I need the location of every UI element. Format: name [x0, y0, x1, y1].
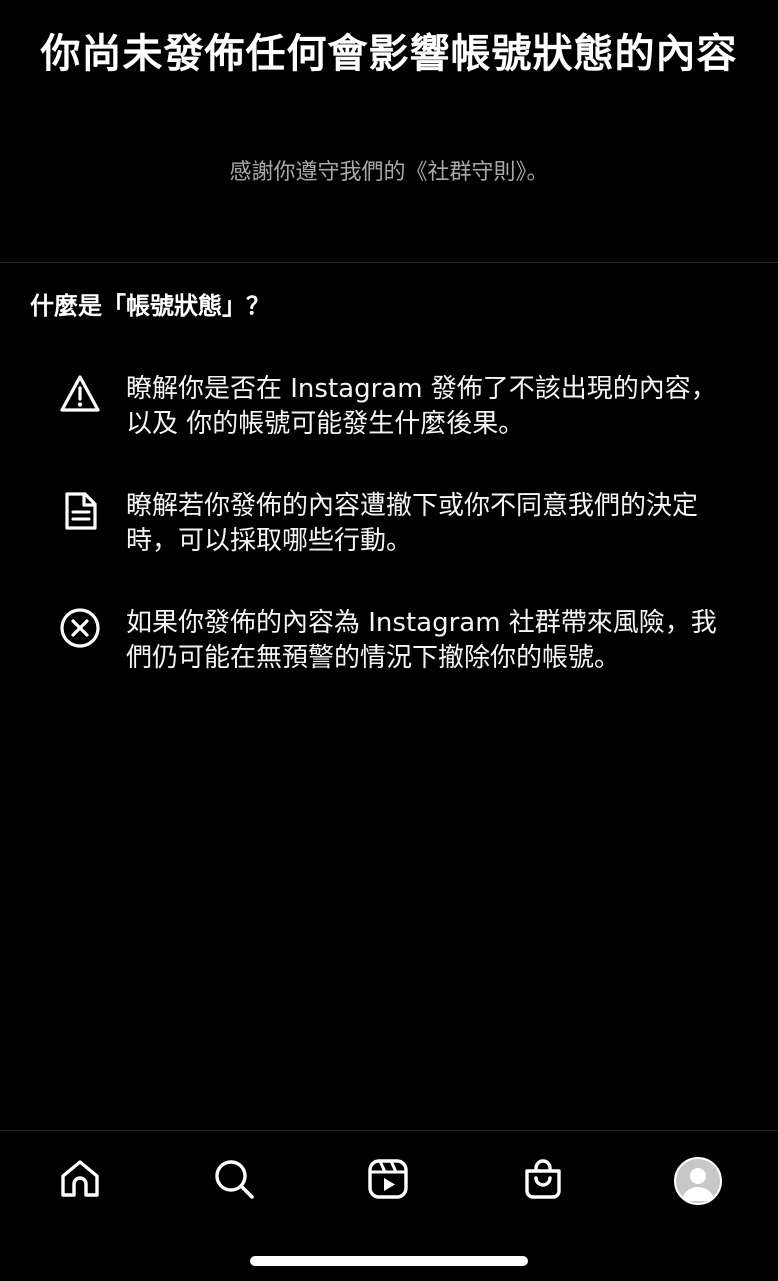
home-icon [58, 1157, 102, 1205]
warning-triangle-icon [58, 372, 102, 416]
tab-reels[interactable] [358, 1151, 418, 1211]
section-heading: 什麼是「帳號狀態」？ [30, 292, 270, 320]
tab-shop[interactable] [513, 1151, 573, 1211]
home-indicator [250, 1256, 528, 1266]
account-status-header: 你尚未發佈任何會影響帳號狀態的內容 感謝你遵守我們的《社群守則》。 [0, 0, 778, 262]
tab-home[interactable] [50, 1151, 110, 1211]
shop-icon [521, 1157, 565, 1205]
reels-icon [366, 1157, 410, 1205]
divider [0, 262, 778, 263]
search-icon [212, 1157, 256, 1205]
tab-profile[interactable] [668, 1151, 728, 1211]
page-title: 你尚未發佈任何會影響帳號狀態的內容 [40, 31, 738, 77]
close-circle-icon [58, 606, 102, 650]
page-subtitle[interactable]: 感謝你遵守我們的《社群守則》。 [0, 158, 778, 188]
info-item-text: 瞭解若你發佈的內容遭撤下或你不同意我們的決定時，可以採取哪些行動。 [126, 491, 699, 556]
document-icon [58, 489, 102, 533]
info-item-text: 瞭解你是否在 Instagram 發佈了不該出現的內容，以及 你的帳號可能發生什… [126, 374, 717, 439]
profile-avatar [674, 1157, 722, 1205]
tab-search[interactable] [204, 1151, 264, 1211]
info-item-text: 如果你發佈的內容為 Instagram 社群帶來風險，我們仍可能在無預警的情況下… [126, 608, 717, 673]
